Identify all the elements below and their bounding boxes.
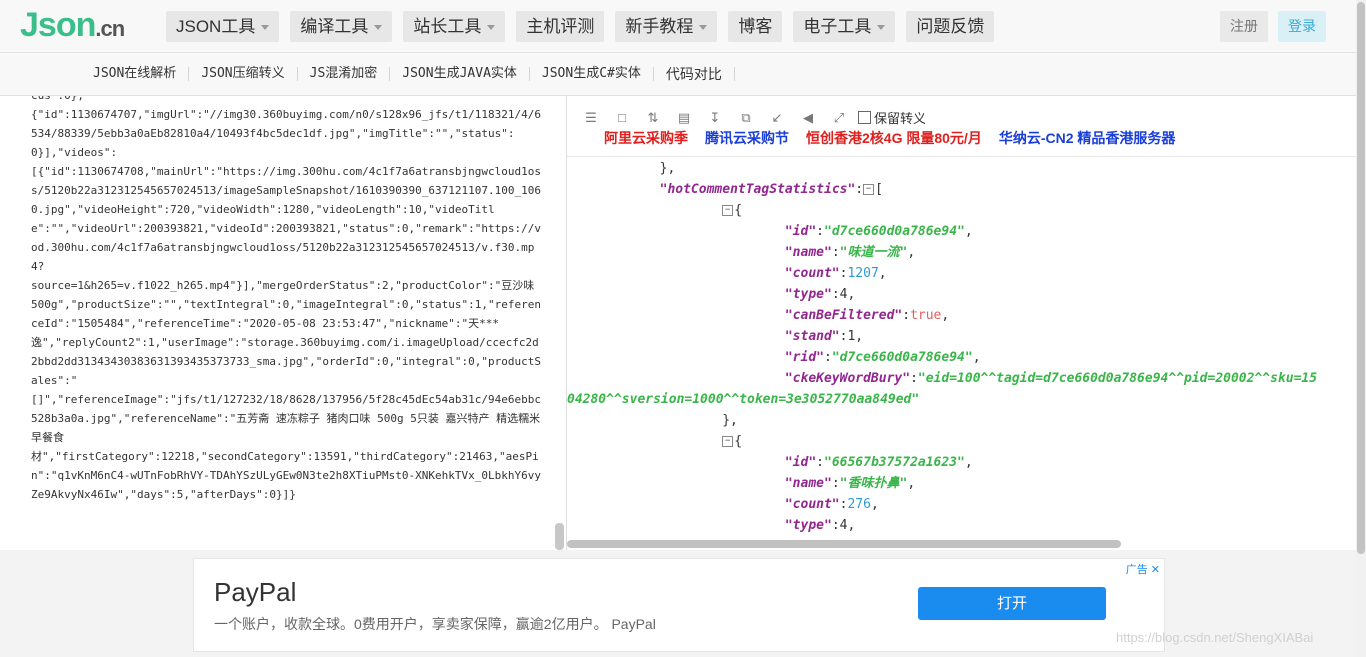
tree-line: "name":"味道一流", (784, 245, 916, 260)
tree-line: "name":"香味扑鼻", (784, 476, 916, 491)
sort-icon[interactable]: ⇅ (645, 110, 661, 126)
site-logo[interactable]: Json.cn (20, 6, 125, 45)
nav-compile-tools[interactable]: 编译工具 (290, 11, 393, 42)
compress-icon[interactable]: ↙ (769, 110, 785, 126)
chevron-down-icon (699, 25, 708, 31)
nav-blog[interactable]: 博客 (728, 11, 783, 42)
tree-line: "count":276, (784, 497, 879, 512)
horizontal-scrollbar-thumb[interactable] (567, 540, 1121, 548)
tree-line: "type":4, (784, 518, 856, 533)
chevron-down-icon (374, 25, 383, 31)
subnav-json-to-csharp[interactable]: JSON生成C#实体 (530, 67, 654, 81)
tree-line: 04280^^sversion=1000^^token=3e3052770aa8… (567, 392, 920, 407)
sub-nav: JSON在线解析 JSON压缩转义 JS混淆加密 JSON生成JAVA实体 JS… (0, 53, 1356, 96)
tree-line: "type":4, (784, 287, 856, 302)
ad-link-aliyun[interactable]: 阿里云采购季 (604, 128, 688, 148)
chevron-down-icon (261, 25, 270, 31)
main-nav: JSON工具 编译工具 站长工具 主机评测 新手教程 博客 电子工具 问题反馈 (166, 11, 995, 42)
json-toolbar: ☰ □ ⇅ ▤ ↧ ⧉ ↙ ◀ ⤢ 保留转义 (583, 108, 926, 127)
share-icon[interactable]: ◀ (800, 110, 816, 126)
ad-label[interactable]: 广告 ✕ (1126, 561, 1160, 577)
checkbox-box[interactable] (858, 111, 871, 124)
ad-open-button[interactable]: 打开 (918, 587, 1106, 620)
nav-tutorials[interactable]: 新手教程 (615, 11, 718, 42)
collapse-icon[interactable]: − (722, 436, 734, 447)
raw-json-text[interactable]: cus :0}, {"id":1130674707,"imgUrl":"//im… (31, 96, 545, 504)
tree-line: "id":"d7ce660d0a786e94", (784, 224, 973, 239)
tree-line: −{ (597, 431, 1347, 452)
ad-title: PayPal (214, 577, 297, 607)
chevron-down-icon (487, 25, 496, 31)
download-icon[interactable]: ↧ (707, 110, 723, 126)
divider (567, 156, 1356, 157)
tree-line: "canBeFiltered":true, (784, 308, 950, 323)
file-icon[interactable]: □ (614, 110, 630, 126)
tree-line: }, (597, 413, 738, 428)
sponsor-links: 阿里云采购季 腾讯云采购节 恒创香港2核4G 限量80元/月 华纳云-CN2 精… (604, 128, 1175, 148)
paypal-ad[interactable]: PayPal 一个账户，收款全球。0费用开户，享卖家保障，赢逾2亿用户。 Pay… (193, 558, 1165, 652)
chevron-down-icon (877, 25, 886, 31)
nav-json-tools[interactable]: JSON工具 (166, 11, 280, 42)
ad-link-hengchuang[interactable]: 恒创香港2核4G 限量80元/月 (806, 128, 982, 148)
nav-feedback[interactable]: 问题反馈 (906, 11, 995, 42)
register-button[interactable]: 注册 (1220, 11, 1268, 42)
subnav-json-parse[interactable]: JSON在线解析 (81, 67, 190, 81)
close-icon[interactable]: ✕ (1151, 564, 1160, 576)
copy-icon[interactable]: ⧉ (738, 110, 754, 126)
tree-line: "stand":1, (784, 329, 864, 344)
subnav-js-obfuscate[interactable]: JS混淆加密 (298, 67, 391, 81)
login-button[interactable]: 登录 (1278, 11, 1326, 42)
page-scrollbar-thumb[interactable] (1357, 2, 1365, 554)
ad-link-huana[interactable]: 华纳云-CN2 精品香港服务器 (999, 128, 1176, 148)
tree-line: "rid":"d7ce660d0a786e94", (784, 350, 981, 365)
keep-escape-checkbox[interactable]: 保留转义 (858, 108, 926, 127)
subnav-json-to-java[interactable]: JSON生成JAVA实体 (390, 67, 530, 81)
ad-description: 一个账户，收款全球。0费用开户，享卖家保障，赢逾2亿用户。 PayPal (214, 616, 656, 632)
tree-line: "hotCommentTagStatistics": −[ (659, 182, 883, 197)
top-navbar: Json.cn JSON工具 编译工具 站长工具 主机评测 新手教程 博客 电子… (0, 0, 1356, 53)
tree-line: "count":1207, (784, 266, 887, 281)
collapse-icon[interactable]: − (722, 205, 734, 216)
ad-link-tencent[interactable]: 腾讯云采购节 (705, 128, 789, 148)
logo-text: Json (20, 6, 96, 44)
nav-webmaster-tools[interactable]: 站长工具 (403, 11, 506, 42)
nav-host-review[interactable]: 主机评测 (516, 11, 605, 42)
subnav-code-compare[interactable]: 代码对比 (654, 67, 735, 81)
trash-icon[interactable]: ▤ (676, 110, 692, 126)
logo-suffix: .cn (95, 16, 125, 41)
formatted-json-view: ☰ □ ⇅ ▤ ↧ ⧉ ↙ ◀ ⤢ 保留转义 阿里云采购季 腾讯云采购节 恒创香… (567, 96, 1356, 550)
collapse-icon[interactable]: − (863, 184, 875, 195)
tree-line: "id":"66567b37572a1623", (784, 455, 973, 470)
database-icon[interactable]: ☰ (583, 110, 599, 126)
subnav-json-compress[interactable]: JSON压缩转义 (189, 67, 298, 81)
nav-electronic-tools[interactable]: 电子工具 (793, 11, 896, 42)
watermark: https://blog.csdn.net/ShengXIABai (1116, 630, 1314, 645)
tree-line: −{ (597, 200, 1347, 221)
expand-icon[interactable]: ⤢ (831, 110, 847, 126)
raw-json-editor[interactable]: cus :0}, {"id":1130674707,"imgUrl":"//im… (0, 96, 567, 550)
tree-line: "ckeKeyWordBury":"eid=100^^tagid=d7ce660… (784, 371, 1318, 386)
json-tree: }, "hotCommentTagStatistics": −[ −{ "id":… (567, 158, 1347, 536)
left-scrollbar-thumb[interactable] (555, 523, 564, 550)
tree-line: }, (659, 161, 676, 176)
